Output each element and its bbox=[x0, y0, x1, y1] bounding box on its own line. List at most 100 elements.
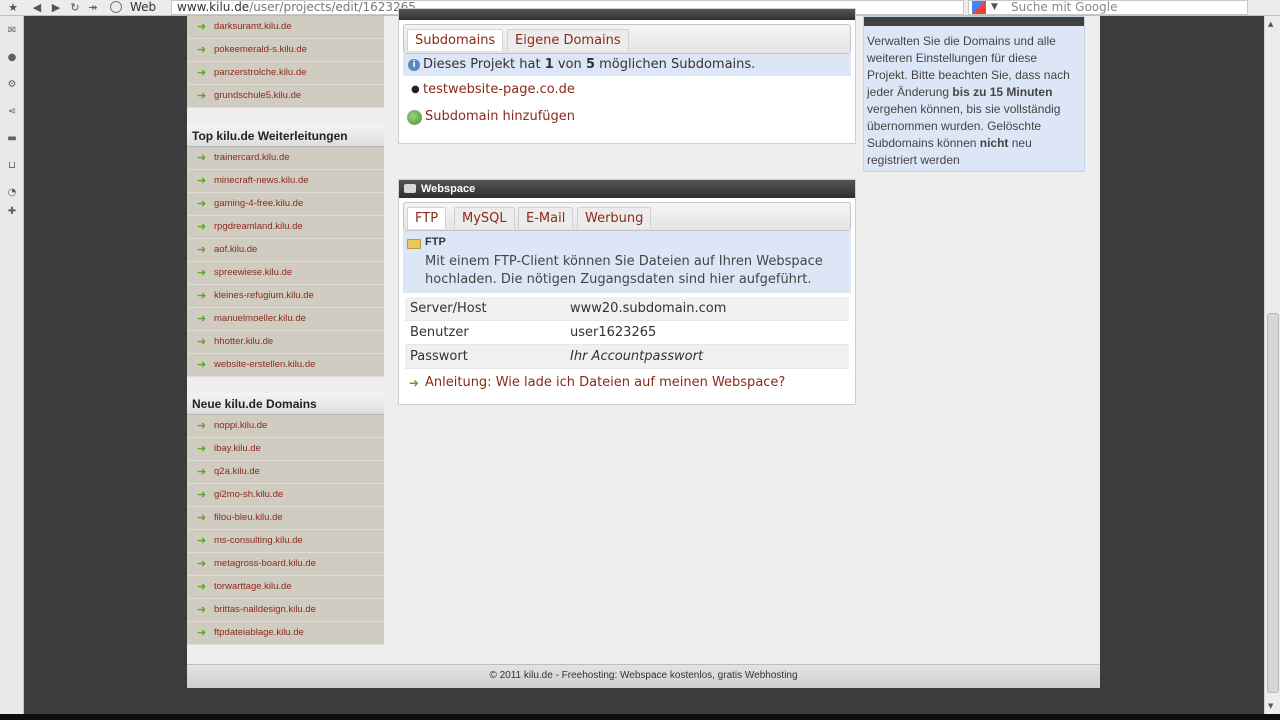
list-item[interactable]: ➜ website-erstellen.kilu.de bbox=[187, 354, 384, 377]
neue-domains-box: Neue kilu.de Domains ➜ noppi.kilu.de ➜ iba… bbox=[187, 393, 384, 645]
list-item[interactable]: ➜ brittas-naildesign.kilu.de bbox=[187, 599, 384, 622]
arrow-right-icon: ➜ bbox=[197, 489, 207, 501]
list-item[interactable]: ➜ spreewiese.kilu.de bbox=[187, 262, 384, 285]
information-box-header bbox=[864, 17, 1084, 26]
page-content: ➜ darksuramt.kilu.de ➜ pokeemerald-s.kilu.… bbox=[187, 8, 1100, 688]
page-scrollbar[interactable]: ▲ ▼ bbox=[1264, 16, 1280, 714]
list-item[interactable]: ➜ gaming-4-free.kilu.de bbox=[187, 193, 384, 216]
notes-icon[interactable]: ▬ bbox=[6, 133, 18, 145]
back-icon[interactable]: ◀ bbox=[30, 1, 44, 14]
list-item[interactable]: ➜ grundschule5.kilu.de bbox=[187, 85, 384, 108]
ftp-credentials-table: Server/Host www20.subdomain.com Benutzer… bbox=[405, 297, 849, 369]
bookmark-star-icon[interactable]: ★ bbox=[6, 1, 20, 14]
list-item[interactable]: ➜ trainercard.kilu.de bbox=[187, 147, 384, 170]
list-item[interactable]: ➜ ms-consulting.kilu.de bbox=[187, 530, 384, 553]
arrow-right-icon: ➜ bbox=[197, 244, 207, 256]
tab-eigene-domains[interactable]: Eigene Domains bbox=[507, 29, 629, 51]
credential-key: Benutzer bbox=[410, 325, 469, 340]
add-panel-icon[interactable]: ✚ bbox=[6, 206, 18, 218]
arrow-right-icon: ➜ bbox=[197, 604, 207, 616]
list-item[interactable]: ➜ panzerstrolche.kilu.de bbox=[187, 62, 384, 85]
forward-icon[interactable]: ▶ bbox=[49, 1, 63, 14]
domains-tabs: Subdomains Eigene Domains bbox=[403, 24, 851, 54]
list-item[interactable]: ➜ minecraft-news.kilu.de bbox=[187, 170, 384, 193]
list-item[interactable]: ➜ ftpdateiablage.kilu.de bbox=[187, 622, 384, 645]
subdomain-link[interactable]: testwebsite-page.co.de bbox=[423, 82, 575, 97]
arrow-right-icon: ➜ bbox=[197, 558, 207, 570]
list-item[interactable]: ➜ metagross-board.kilu.de bbox=[187, 553, 384, 576]
list-item[interactable]: ➜ gi2mo-sh.kilu.de bbox=[187, 484, 384, 507]
reload-icon[interactable]: ↻ bbox=[68, 1, 82, 14]
list-item[interactable]: ➜ manuelmoeller.kilu.de bbox=[187, 308, 384, 331]
share-icon[interactable]: ⋖ bbox=[6, 106, 18, 118]
download-icon[interactable]: ⊔ bbox=[6, 160, 18, 172]
contacts-icon[interactable]: ● bbox=[6, 52, 18, 64]
subdomain-max: 5 bbox=[585, 57, 595, 72]
list-item[interactable]: ➜ hhotter.kilu.de bbox=[187, 331, 384, 354]
top-domain-list: ➜ darksuramt.kilu.de ➜ pokeemerald-s.kilu.… bbox=[187, 16, 384, 108]
folder-icon bbox=[407, 239, 421, 249]
add-subdomain-button[interactable]: Subdomain hinzufügen bbox=[399, 103, 855, 131]
os-taskbar bbox=[0, 714, 1280, 720]
arrow-right-icon: ➜ bbox=[197, 420, 207, 432]
tab-ftp[interactable]: FTP bbox=[407, 207, 447, 229]
domains-panel-header bbox=[399, 9, 855, 20]
list-item[interactable]: ➜ noppi.kilu.de bbox=[187, 415, 384, 438]
arrow-right-icon: ➜ bbox=[197, 90, 207, 102]
credential-key: Passwort bbox=[410, 349, 468, 364]
url-host: www.kilu.de bbox=[177, 0, 250, 14]
list-item[interactable]: ➜ pokeemerald-s.kilu.de bbox=[187, 39, 384, 62]
table-row: Passwort Ihr Accountpasswort bbox=[405, 345, 849, 369]
subdomain-count-info: i Dieses Projekt hat 1 von 5 möglichen S… bbox=[403, 54, 851, 76]
arrow-right-icon: ➜ bbox=[197, 267, 207, 279]
arrow-right-icon: ➜ bbox=[197, 198, 207, 210]
spacer bbox=[187, 377, 384, 393]
ftp-description: Mit einem FTP-Client können Sie Dateien … bbox=[425, 254, 823, 287]
mail-icon[interactable]: ✉ bbox=[6, 25, 18, 37]
arrow-right-icon: ➜ bbox=[197, 336, 207, 348]
spacer bbox=[187, 108, 384, 125]
list-item[interactable]: ➜ aof.kilu.de bbox=[187, 239, 384, 262]
stop-icon[interactable]: ↠ bbox=[86, 1, 100, 14]
webspace-title: Webspace bbox=[421, 183, 476, 195]
arrow-right-icon: ➜ bbox=[197, 175, 207, 187]
arrow-right-icon: ➜ bbox=[197, 221, 207, 233]
ftp-help-link[interactable]: ➜ Anleitung: Wie lade ich Dateien auf me… bbox=[399, 369, 855, 397]
domains-panel: Subdomains Eigene Domains i Dieses Proje… bbox=[398, 8, 856, 144]
settings-icon[interactable]: ⚙ bbox=[6, 79, 18, 91]
list-item[interactable]: ➜ rpgdreamland.kilu.de bbox=[187, 216, 384, 239]
tab-email[interactable]: E-Mail bbox=[518, 207, 574, 229]
arrow-right-icon: ➜ bbox=[197, 21, 207, 33]
bullet: ● bbox=[411, 84, 420, 95]
web-button[interactable]: Web bbox=[110, 0, 156, 15]
information-box: Verwalten Sie die Domains und alle weite… bbox=[863, 16, 1085, 172]
tab-mysql[interactable]: MySQL bbox=[454, 207, 515, 229]
arrow-right-icon: ➜ bbox=[197, 290, 207, 302]
credential-key: Server/Host bbox=[410, 301, 487, 316]
neue-domains-title: Neue kilu.de Domains bbox=[187, 393, 384, 415]
list-item[interactable]: ➜ filou-bleu.kilu.de bbox=[187, 507, 384, 530]
scroll-up-icon[interactable]: ▲ bbox=[1268, 20, 1273, 28]
google-icon[interactable] bbox=[972, 1, 986, 14]
subdomain-count: 1 bbox=[544, 57, 554, 72]
search-input[interactable]: ▼ Suche mit Google bbox=[968, 0, 1248, 15]
list-item[interactable]: ➜ ibay.kilu.de bbox=[187, 438, 384, 461]
table-row: Benutzer user1623265 bbox=[405, 321, 849, 345]
globe-add-icon bbox=[407, 110, 422, 125]
arrow-right-icon: ➜ bbox=[197, 359, 207, 371]
tab-werbung[interactable]: Werbung bbox=[577, 207, 652, 229]
scroll-down-icon[interactable]: ▼ bbox=[1268, 702, 1273, 710]
chevron-down-icon[interactable]: ▼ bbox=[991, 1, 998, 14]
page-footer: © 2011 kilu.de - Freehosting: Webspace k… bbox=[187, 664, 1100, 688]
scroll-thumb[interactable] bbox=[1267, 313, 1279, 693]
history-icon[interactable]: ◔ bbox=[6, 187, 18, 199]
list-item[interactable]: ➜ kleines-refugium.kilu.de bbox=[187, 285, 384, 308]
list-item[interactable]: ➜ darksuramt.kilu.de bbox=[187, 16, 384, 39]
list-item[interactable]: ➜ torwarttage.kilu.de bbox=[187, 576, 384, 599]
webspace-tabs: FTP MySQL E-Mail Werbung bbox=[403, 202, 851, 231]
list-item[interactable]: ➜ q2a.kilu.de bbox=[187, 461, 384, 484]
app-sidebar: ✉ ● ⚙ ⋖ ▬ ⊔ ◔ ✚ bbox=[0, 16, 24, 716]
arrow-right-icon: ➜ bbox=[197, 67, 207, 79]
table-row: Server/Host www20.subdomain.com bbox=[405, 297, 849, 321]
tab-subdomains[interactable]: Subdomains bbox=[407, 29, 504, 51]
